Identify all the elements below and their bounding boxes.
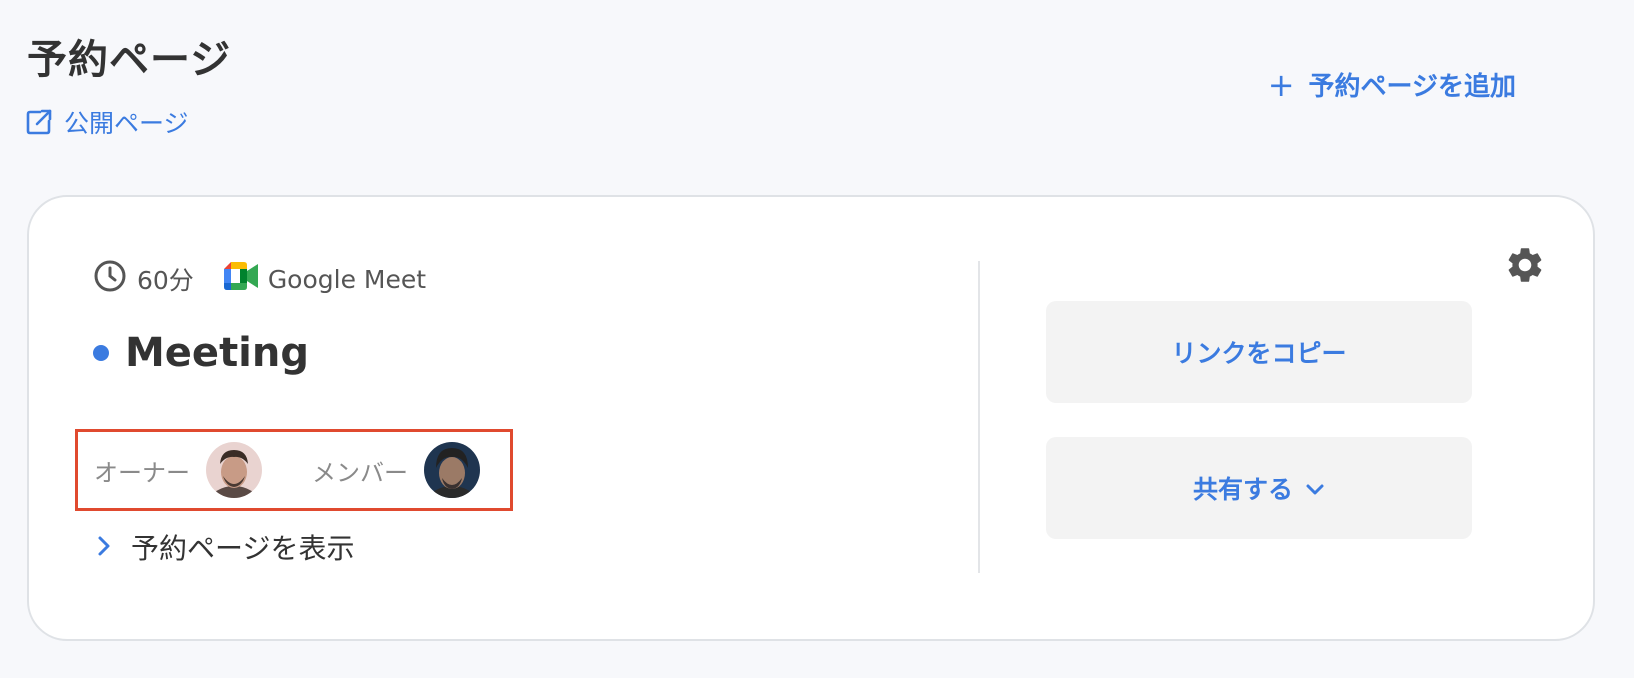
plus-icon: +: [1267, 65, 1295, 104]
view-booking-page-link[interactable]: 予約ページを表示: [97, 527, 354, 567]
duration-text: 60分: [137, 266, 194, 295]
chevron-down-icon: [1305, 474, 1325, 503]
chevron-right-icon: [97, 531, 111, 564]
public-page-link-label: 公開ページ: [64, 109, 189, 138]
gear-icon[interactable]: [1504, 244, 1546, 286]
public-page-link[interactable]: 公開ページ: [26, 104, 189, 140]
meeting-meta: 60分 Google Meet: [93, 259, 426, 299]
owner-label: オーナー: [94, 458, 190, 487]
google-meet-icon: [223, 262, 258, 296]
view-booking-page-label: 予約ページを表示: [131, 532, 355, 565]
card-divider: [978, 261, 980, 573]
member-label: メンバー: [312, 458, 408, 487]
meeting-tool-text: Google Meet: [267, 264, 427, 294]
page-title: 予約ページ: [27, 37, 232, 83]
share-button[interactable]: 共有する: [1046, 437, 1472, 539]
status-dot: [93, 345, 109, 361]
share-label: 共有する: [1192, 475, 1293, 504]
copy-link-label: リンクをコピー: [1171, 339, 1347, 368]
meeting-title-row: Meeting: [93, 330, 309, 376]
owner-avatar[interactable]: [206, 442, 262, 498]
meeting-title: Meeting: [125, 330, 310, 376]
member-avatar[interactable]: [424, 442, 480, 498]
copy-link-button[interactable]: リンクをコピー: [1046, 301, 1472, 403]
external-link-icon: [26, 109, 52, 135]
booking-page-card: 60分 Google Meet Meeting オーナー メンバー 予約ページを…: [27, 195, 1595, 641]
add-booking-page-label: 予約ページを追加: [1308, 72, 1516, 102]
participants-highlight: オーナー メンバー: [75, 429, 513, 511]
add-booking-page-button[interactable]: + 予約ページを追加: [1268, 66, 1516, 103]
clock-icon: [93, 259, 127, 299]
